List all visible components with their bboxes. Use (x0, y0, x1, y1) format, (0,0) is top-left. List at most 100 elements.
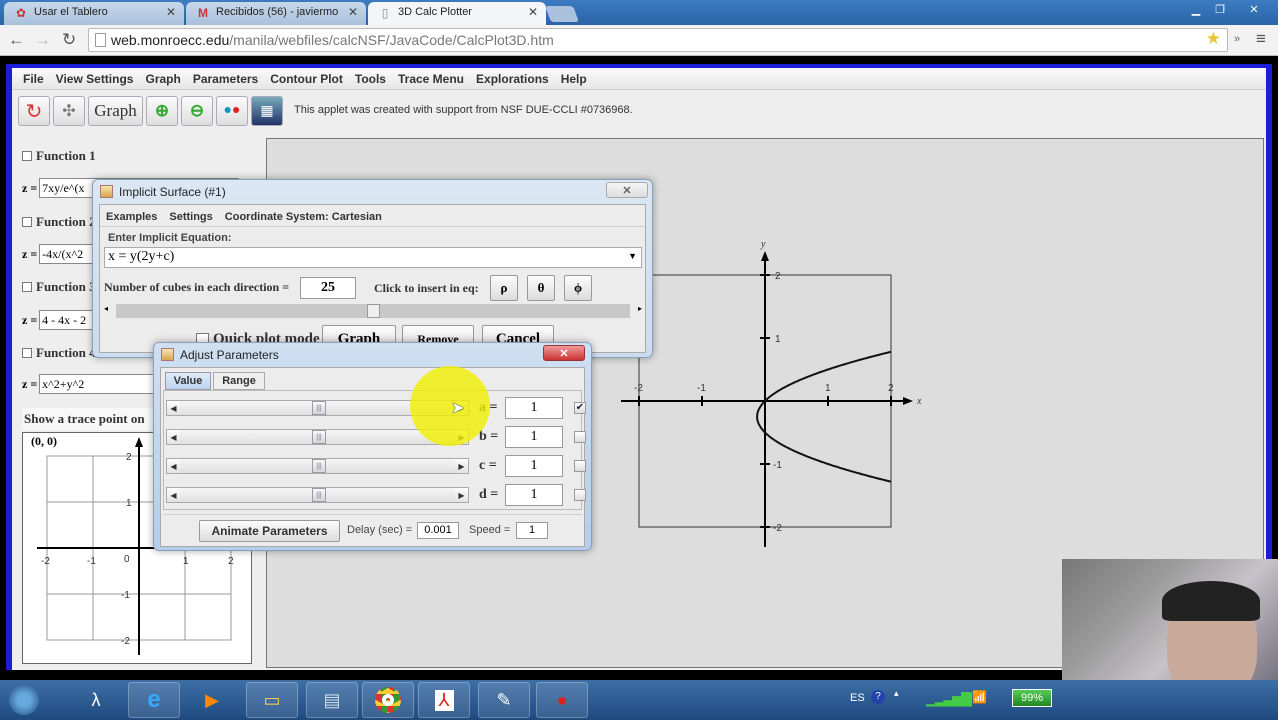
battery-indicator[interactable]: 99% (1012, 689, 1052, 707)
language-indicator[interactable]: ES (850, 692, 865, 704)
slider-right-arrow[interactable]: ▸ (638, 304, 642, 313)
parameter-slider[interactable]: ◀ ||| ▶ (166, 458, 469, 474)
close-window-button[interactable]: ✕ (1232, 0, 1276, 18)
zoom-out-button[interactable]: ⊖ (181, 96, 213, 126)
menu-examples[interactable]: Examples (106, 211, 157, 226)
bookmark-star-icon[interactable]: ★ (1206, 29, 1221, 49)
grid-button[interactable]: ▦ (251, 96, 283, 126)
taskbar-chrome[interactable] (362, 682, 414, 718)
refresh-button[interactable]: ↻ (18, 96, 50, 126)
menu-icon[interactable]: ≡ (1256, 29, 1266, 49)
parameter-animate-checkbox[interactable] (574, 489, 586, 501)
menu-view-settings[interactable]: View Settings (50, 68, 140, 89)
close-tab-icon[interactable]: ✕ (166, 5, 176, 19)
start-button[interactable] (2, 682, 46, 718)
parameter-value-input[interactable]: 1 (505, 426, 563, 448)
signal-strength-icon[interactable]: ▁▂▃▅▇ (926, 690, 972, 707)
delay-input[interactable]: 0.001 (417, 522, 459, 539)
parameter-value-input[interactable]: 1 (505, 484, 563, 506)
taskbar-file-explorer[interactable]: ▭ (246, 682, 298, 718)
cubes-input[interactable]: 25 (300, 277, 356, 299)
slider-left-arrow[interactable]: ◀ (167, 430, 180, 444)
checkbox[interactable] (22, 282, 32, 292)
forward-icon[interactable]: → (34, 30, 51, 50)
tab-usar-el-tablero[interactable]: ✿ Usar el Tablero ✕ (4, 2, 184, 25)
menu-parameters[interactable]: Parameters (187, 68, 264, 89)
slider-thumb[interactable]: ||| (312, 488, 326, 502)
checkbox[interactable] (22, 348, 32, 358)
parameter-value-input[interactable]: 1 (505, 455, 563, 477)
tab-3d-calc-plotter[interactable]: ▯ 3D Calc Plotter ✕ (368, 2, 546, 25)
parameter-animate-checkbox[interactable]: ✔ (574, 402, 586, 414)
insert-phi-button[interactable]: ϕ (564, 275, 592, 301)
function-3-toggle[interactable]: Function 3 (22, 279, 96, 295)
menu-settings[interactable]: Settings (169, 211, 212, 226)
slider-left-arrow[interactable]: ◂ (104, 304, 108, 313)
menu-tools[interactable]: Tools (349, 68, 392, 89)
slider-thumb[interactable]: ||| (312, 459, 326, 473)
menu-help[interactable]: Help (555, 68, 593, 89)
slider-left-arrow[interactable]: ◀ (167, 401, 180, 415)
slider-right-arrow[interactable]: ▶ (455, 459, 468, 473)
taskbar-acrobat[interactable]: ⅄ (418, 682, 470, 718)
close-tab-icon[interactable]: ✕ (348, 5, 358, 19)
slider-left-arrow[interactable]: ◀ (167, 488, 180, 502)
tab-range[interactable]: Range (213, 372, 265, 390)
taskbar-math-input[interactable]: λ (70, 682, 122, 718)
3d-glasses-button[interactable]: ●● (216, 96, 248, 126)
extensions-overflow-icon[interactable]: » (1234, 33, 1240, 45)
taskbar-internet-explorer[interactable]: e (128, 682, 180, 718)
dialog-titlebar[interactable]: Implicit Surface (#1) (93, 180, 652, 204)
cubes-slider[interactable]: ◂ ▸ (104, 304, 642, 318)
minimize-button[interactable]: ▁ (1184, 0, 1208, 18)
menu-contour-plot[interactable]: Contour Plot (264, 68, 349, 89)
parameter-animate-checkbox[interactable] (574, 431, 586, 443)
slider-left-arrow[interactable]: ◀ (167, 459, 180, 473)
parameter-slider[interactable]: ◀ ||| ▶ (166, 487, 469, 503)
taskbar-screen-recorder[interactable]: ● (536, 682, 588, 718)
checkbox[interactable] (22, 151, 32, 161)
speed-input[interactable]: 1 (516, 522, 548, 539)
close-dialog-button[interactable]: ✕ (543, 345, 585, 361)
function-2-toggle[interactable]: Function 2 (22, 214, 96, 230)
slider-thumb[interactable]: ||| (312, 430, 326, 444)
parameter-value-input[interactable]: 1 (505, 397, 563, 419)
menu-coordinate-system[interactable]: Coordinate System: Cartesian (225, 211, 382, 226)
math-input-icon: λ (91, 689, 101, 710)
function-4-toggle[interactable]: Function 4 (22, 345, 96, 361)
restore-button[interactable]: ❐ (1208, 0, 1232, 18)
zoom-in-button[interactable]: ⊕ (146, 96, 178, 126)
axes-button[interactable]: ✣ (53, 96, 85, 126)
help-icon[interactable]: ? (871, 690, 885, 704)
slider-right-arrow[interactable]: ▶ (455, 488, 468, 502)
dialog-titlebar[interactable]: Adjust Parameters (154, 343, 591, 367)
equation-input[interactable]: x = y(2y+c) ▼ (104, 247, 642, 268)
slider-thumb[interactable]: ||| (312, 401, 326, 415)
parameter-animate-checkbox[interactable] (574, 460, 586, 472)
menu-trace-menu[interactable]: Trace Menu (392, 68, 470, 89)
tab-value[interactable]: Value (165, 372, 211, 390)
tab-gmail[interactable]: M Recibidos (56) - javiermo ✕ (186, 2, 366, 25)
taskbar-media-player[interactable]: ▶ (186, 682, 238, 718)
slider-thumb[interactable] (367, 304, 380, 318)
insert-rho-button[interactable]: ρ (490, 275, 518, 301)
new-tab-button[interactable] (545, 6, 579, 22)
close-dialog-button[interactable]: ✕ (606, 182, 648, 198)
graph-button[interactable]: Graph (88, 96, 143, 126)
function-1-toggle[interactable]: Function 1 (22, 148, 96, 164)
taskbar-control-panel[interactable]: ▤ (306, 682, 358, 718)
reload-icon[interactable]: ↻ (62, 30, 76, 50)
taskbar-notepad[interactable]: ✎ (478, 682, 530, 718)
checkbox[interactable] (22, 217, 32, 227)
menu-graph[interactable]: Graph (139, 68, 186, 89)
back-icon[interactable]: ← (8, 30, 25, 50)
menu-file[interactable]: File (17, 68, 50, 89)
dropdown-arrow-icon[interactable]: ▼ (628, 251, 637, 261)
wireless-icon[interactable]: 📶 (972, 690, 987, 704)
insert-theta-button[interactable]: θ (527, 275, 555, 301)
menu-explorations[interactable]: Explorations (470, 68, 555, 89)
close-tab-icon[interactable]: ✕ (528, 5, 538, 19)
url-input[interactable]: web.monroecc.edu/manila/webfiles/calcNSF… (88, 28, 1228, 52)
show-hidden-icons-icon[interactable]: ▴ (894, 688, 899, 699)
animate-parameters-button[interactable]: Animate Parameters (199, 520, 340, 542)
